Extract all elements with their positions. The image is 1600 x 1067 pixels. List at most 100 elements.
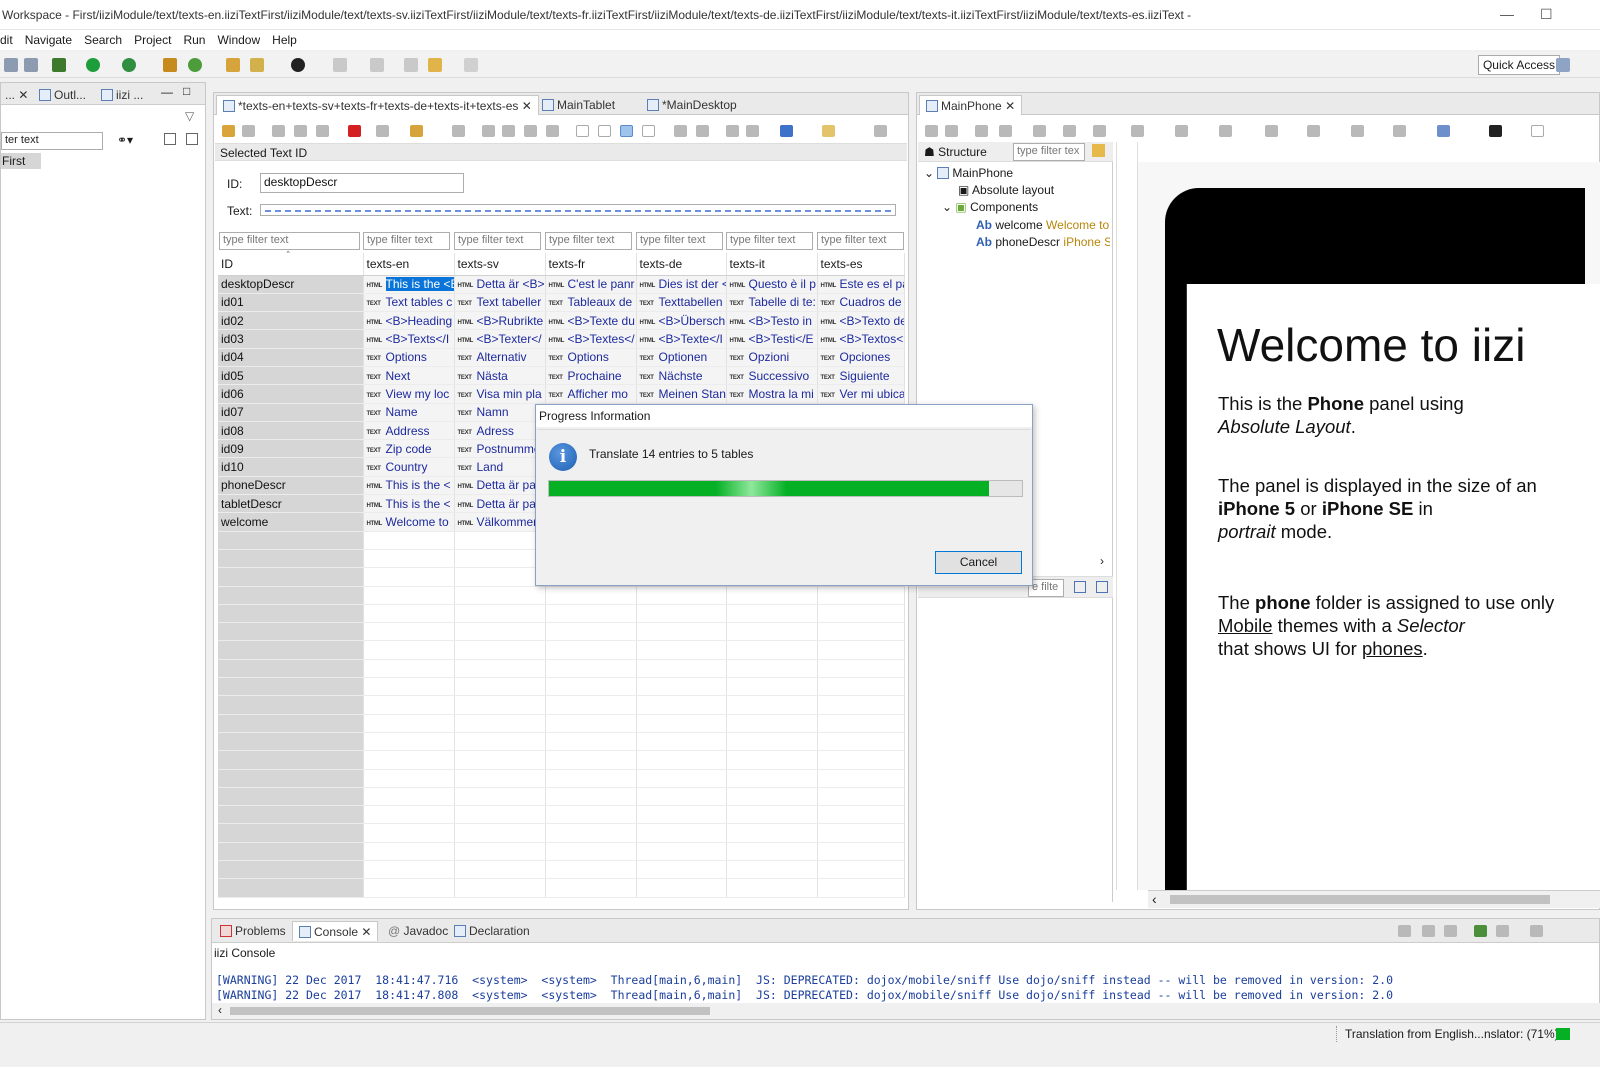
tab-explorer[interactable]: ... ✕	[0, 85, 34, 105]
text-cell[interactable]: TEXT Namn	[454, 403, 546, 422]
row-id-cell[interactable]: id02	[218, 311, 364, 331]
row-id-cell[interactable]: id06	[218, 384, 364, 404]
left-filter-input[interactable]: ter text	[1, 132, 103, 150]
text-cell[interactable]: HTML Questo è il p	[726, 275, 818, 294]
text-cell[interactable]: TEXT Siguiente	[817, 366, 905, 386]
tree-item-first[interactable]: First	[1, 153, 41, 169]
text-cell[interactable]: HTML This is the <B	[363, 275, 455, 294]
pin-console-icon[interactable]	[1474, 925, 1487, 937]
quick-access-field[interactable]: Quick Access	[1477, 55, 1560, 75]
text-cell[interactable]: HTML <B>Übersch	[636, 311, 727, 331]
move-down-icon[interactable]	[674, 125, 687, 137]
collapse-all-icon[interactable]	[1096, 581, 1108, 593]
copy-icon[interactable]	[294, 125, 307, 137]
table-icon[interactable]	[376, 125, 389, 137]
html-mode-icon[interactable]	[620, 125, 633, 137]
column-header-texts-de[interactable]: texts-de	[636, 253, 727, 276]
row-id-cell[interactable]: tabletDescr	[218, 494, 364, 514]
text-cell[interactable]: TEXT Alternativ	[454, 348, 546, 367]
text-cell[interactable]: TEXT Next	[363, 366, 455, 386]
format-icon[interactable]	[452, 125, 465, 137]
move-icon[interactable]	[1307, 125, 1320, 137]
undo-icon[interactable]	[925, 125, 938, 137]
package-icon[interactable]	[163, 58, 177, 72]
find-next-icon[interactable]	[502, 125, 515, 137]
brush-icon[interactable]	[250, 58, 264, 72]
status-progress-icon[interactable]	[1556, 1028, 1570, 1040]
settings-icon[interactable]	[874, 125, 887, 137]
size-icon[interactable]	[1175, 125, 1188, 137]
row-id-cell[interactable]: desktopDescr	[218, 275, 364, 294]
text-cell[interactable]: TEXT Opzioni	[726, 348, 818, 367]
text-cell[interactable]: TEXT Meinen Stan	[636, 384, 727, 404]
paste-icon[interactable]	[316, 125, 329, 137]
text-input[interactable]	[260, 204, 896, 216]
text-icon[interactable]	[1531, 125, 1544, 137]
debug-icon[interactable]	[52, 58, 66, 72]
column-header-texts-es[interactable]: texts-es	[817, 253, 905, 276]
table-row[interactable]: id02 HTML <B>Heading HTML <B>Rubrikte HTML <B>…	[218, 311, 905, 331]
canvas-horizontal-scrollbar[interactable]: ‹	[1148, 890, 1600, 908]
table-row[interactable]: id06 TEXT View my loc TEXT Visa min pla TEXT A…	[218, 384, 905, 404]
prev-annotation-icon[interactable]	[370, 58, 384, 72]
save-all-icon[interactable]	[24, 58, 38, 72]
row-id-cell[interactable]: id04	[218, 348, 364, 367]
insert-icon[interactable]	[546, 125, 559, 137]
save-icon[interactable]	[4, 58, 18, 72]
perspective-icon[interactable]	[1556, 58, 1570, 72]
text-cell[interactable]: TEXT Tabelle di te:	[726, 293, 818, 313]
id-input[interactable]: desktopDescr	[260, 173, 464, 193]
collapse-all-icon[interactable]	[186, 133, 198, 145]
preview-icon[interactable]	[1437, 125, 1450, 137]
copy-icon[interactable]	[1033, 125, 1046, 137]
scrollbar-thumb[interactable]	[230, 1007, 710, 1015]
expand-all-icon[interactable]	[164, 133, 176, 145]
text-cell[interactable]: HTML <B>Heading	[363, 311, 455, 331]
text-cell[interactable]: TEXT Mostra la mi	[726, 384, 818, 404]
text-cell[interactable]: TEXT Options	[545, 348, 637, 367]
text-cell[interactable]: HTML Detta är <B>	[454, 275, 546, 294]
column-header-texts-en[interactable]: texts-en	[363, 253, 455, 276]
text-cell[interactable]: TEXT Text tables c	[363, 293, 455, 313]
tree-item-welcome[interactable]: Ab welcome Welcome to	[976, 218, 1109, 232]
scrollbar-thumb[interactable]	[1170, 895, 1550, 904]
text-cell[interactable]: HTML Welcome to	[363, 512, 455, 532]
tab-outline[interactable]: Outl...	[33, 85, 92, 105]
column-header-texts-fr[interactable]: texts-fr	[545, 253, 637, 276]
table-row[interactable]: id05 TEXT Next TEXT Nästa TEXT Prochaine TEXT Nä…	[218, 366, 905, 386]
tab-console[interactable]: Console ✕	[292, 921, 379, 941]
menu-run[interactable]: Run	[183, 30, 205, 50]
text-cell[interactable]: HTML <B>Testo in	[726, 311, 818, 331]
column-header-texts-sv[interactable]: texts-sv	[454, 253, 546, 276]
tab-javadoc[interactable]: @ Javadoc	[382, 921, 454, 941]
run-icon[interactable]	[86, 58, 100, 72]
menu-navigate[interactable]: Navigate	[25, 30, 72, 50]
properties-icon[interactable]	[822, 125, 835, 137]
back-icon[interactable]	[428, 58, 442, 72]
tab-iizi[interactable]: iizi ...	[95, 85, 149, 105]
menu-help[interactable]: Help	[272, 30, 297, 50]
delete-icon[interactable]	[348, 125, 361, 137]
expand-all-icon[interactable]	[1074, 581, 1086, 593]
text-cell[interactable]: HTML C'est le panr	[545, 275, 637, 294]
text-cell[interactable]: TEXT Options	[363, 348, 455, 367]
forward-icon[interactable]	[464, 58, 478, 72]
console-horizontal-scrollbar[interactable]: ‹	[212, 1003, 1600, 1019]
align-icon[interactable]	[1093, 125, 1106, 137]
text-cell[interactable]: HTML Detta är par	[454, 476, 546, 496]
tab-texts[interactable]: *texts-en+texts-sv+texts-fr+texts-de+tex…	[216, 95, 539, 115]
tab-main-desktop[interactable]: *MainDesktop	[641, 95, 743, 115]
layers-icon[interactable]	[1393, 125, 1406, 137]
scroll-lock-icon[interactable]	[1422, 925, 1435, 937]
text-cell[interactable]: HTML <B>Texts</I	[363, 329, 455, 349]
maximize-icon[interactable]: □	[183, 84, 190, 98]
text-cell[interactable]: HTML <B>Textes</	[545, 329, 637, 349]
minimize-icon[interactable]: —	[161, 85, 173, 99]
menu-edit[interactable]: dit	[0, 30, 13, 50]
row-id-cell[interactable]: id03	[218, 329, 364, 349]
text-cell[interactable]: HTML Dies ist der <	[636, 275, 727, 294]
text-cell[interactable]: TEXT Land	[454, 457, 546, 477]
check-icon[interactable]	[726, 125, 739, 137]
tree-layout[interactable]: ▣ Absolute layout	[958, 183, 1054, 197]
external-tools-icon[interactable]	[122, 58, 136, 72]
